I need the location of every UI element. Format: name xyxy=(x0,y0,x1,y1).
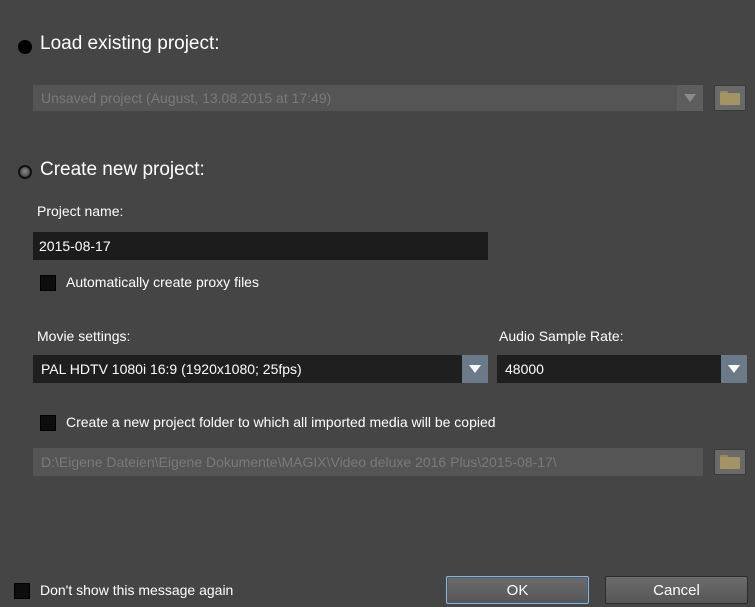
movie-settings-dropdown-arrow[interactable] xyxy=(462,355,488,383)
chevron-down-icon xyxy=(728,365,740,373)
project-name-label: Project name: xyxy=(37,203,124,219)
project-folder-path-field: D:\Eigene Dateien\Eigene Dokumente\MAGIX… xyxy=(33,448,703,476)
ok-button[interactable]: OK xyxy=(446,576,589,604)
folder-icon xyxy=(720,455,740,469)
audio-rate-dropdown-arrow[interactable] xyxy=(721,355,747,383)
create-new-label[interactable]: Create new project: xyxy=(40,159,205,181)
existing-project-dropdown-arrow xyxy=(677,85,703,111)
movie-settings-dropdown[interactable]: PAL HDTV 1080i 16:9 (1920x1080; 25fps) xyxy=(33,355,488,383)
cancel-button[interactable]: Cancel xyxy=(605,576,748,604)
project-folder-label[interactable]: Create a new project folder to which all… xyxy=(66,414,496,430)
load-existing-label[interactable]: Load existing project: xyxy=(40,33,220,55)
project-folder-path-value: D:\Eigene Dateien\Eigene Dokumente\MAGIX… xyxy=(41,454,557,470)
project-folder-checkbox[interactable] xyxy=(40,415,56,431)
existing-project-dropdown: Unsaved project (August, 13.08.2015 at 1… xyxy=(33,85,703,111)
dont-show-checkbox[interactable] xyxy=(14,583,30,599)
load-existing-radio[interactable] xyxy=(18,40,32,54)
chevron-down-icon xyxy=(469,365,481,373)
proxy-files-checkbox[interactable] xyxy=(40,275,56,291)
existing-project-browse-button xyxy=(714,85,746,111)
create-new-radio[interactable] xyxy=(18,165,32,179)
chevron-down-icon xyxy=(684,94,696,102)
project-folder-browse-button xyxy=(714,449,746,475)
proxy-files-label[interactable]: Automatically create proxy files xyxy=(66,274,259,290)
audio-rate-dropdown[interactable]: 48000 xyxy=(497,355,747,383)
folder-icon xyxy=(720,91,740,105)
dont-show-label[interactable]: Don't show this message again xyxy=(40,582,233,598)
movie-settings-value: PAL HDTV 1080i 16:9 (1920x1080; 25fps) xyxy=(41,361,302,377)
existing-project-value: Unsaved project (August, 13.08.2015 at 1… xyxy=(41,90,332,106)
project-name-input[interactable]: 2015-08-17 xyxy=(33,232,488,260)
audio-rate-value: 48000 xyxy=(505,361,544,377)
movie-settings-label: Movie settings: xyxy=(37,328,131,344)
audio-rate-label: Audio Sample Rate: xyxy=(499,328,624,344)
